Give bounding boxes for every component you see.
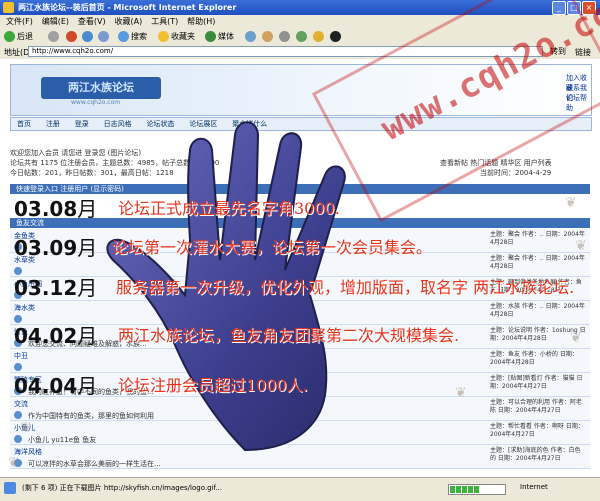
edit-icon	[296, 31, 307, 42]
menu-help[interactable]: 帮助(H)	[187, 16, 215, 27]
search-icon	[118, 31, 129, 42]
forward-button[interactable]	[48, 30, 61, 43]
history-button[interactable]	[245, 30, 258, 43]
timeline-date-value: 03.12	[14, 276, 78, 300]
timeline-date: 03.08月	[14, 193, 97, 222]
timeline-entry: 04.04月 论坛注册会员超过1000人.	[0, 370, 600, 400]
search-label: 搜索	[131, 32, 147, 41]
menu-edit[interactable]: 编辑(E)	[42, 16, 69, 27]
forum-status-icon	[14, 435, 22, 443]
menu-file[interactable]: 文件(F)	[6, 16, 33, 27]
menu-view[interactable]: 查看(V)	[78, 16, 106, 27]
media-button[interactable]: 媒体	[205, 30, 234, 43]
forward-arrow-icon	[48, 31, 59, 42]
status-bar: (剩下 6 项) 正在下载图片 http://skyfish.cn/images…	[0, 477, 600, 501]
progress-bar	[448, 484, 506, 495]
home-icon	[98, 31, 109, 42]
timeline-date-value: 04.04	[14, 374, 78, 398]
timeline-month: 月	[77, 197, 98, 221]
timeline-text: 论坛注册会员超过1000人.	[118, 376, 308, 395]
timeline-text: 两江水族论坛，鱼友角友团聚第二次大规模集会.	[118, 326, 460, 345]
timeline-date-value: 04.02	[14, 324, 78, 348]
footprint-icon: ❦	[8, 455, 20, 471]
history-icon	[245, 31, 256, 42]
timeline-date: 04.04月	[14, 370, 97, 399]
search-button[interactable]: 搜索	[118, 30, 147, 43]
footprint-icon: ❦	[20, 420, 32, 436]
timeline-text: 论坛正式成立最先名字角3000.	[118, 199, 340, 218]
timeline-date-value: 03.08	[14, 197, 78, 221]
refresh-icon	[82, 31, 93, 42]
ie-icon	[3, 2, 14, 13]
stop-button[interactable]	[66, 30, 79, 43]
timeline-month: 月	[77, 324, 98, 348]
penguin-icon	[330, 31, 341, 42]
media-label: 媒体	[218, 32, 234, 41]
star-icon	[158, 31, 169, 42]
timeline-text: 服务器第一次升级，优化外观，增加版面，取名字 两江水族论坛.	[116, 278, 575, 297]
timeline-month: 月	[77, 276, 98, 300]
timeline-month: 月	[77, 236, 98, 260]
stop-icon	[66, 31, 77, 42]
mail-icon	[262, 31, 273, 42]
forum-description: 小鱼儿 yu11e鱼 鱼友	[28, 436, 97, 444]
qq-button[interactable]	[330, 30, 343, 43]
timeline-date: 04.02月	[14, 320, 97, 349]
messenger-button[interactable]	[313, 30, 326, 43]
window-title: 两江水族论坛--装后首页 - Microsoft Internet Explor…	[18, 3, 237, 12]
nav-home[interactable]: 首页	[17, 119, 31, 129]
progress-fill	[450, 486, 480, 493]
forum-last-post[interactable]: 主题：[求助]海底的色 作者：白色的 日期：2004年4月27日	[490, 447, 586, 473]
timeline-entry: 04.02月 两江水族论坛，鱼友角友团聚第二次大规模集会.	[0, 320, 600, 350]
forum-name[interactable]: 中丑	[14, 351, 28, 361]
timeline-text: 论坛第一次灌水大赛，论坛第一次会员集会。	[112, 238, 433, 257]
forum-name[interactable]: 交流	[14, 399, 28, 409]
print-button[interactable]	[279, 30, 292, 43]
media-icon	[205, 31, 216, 42]
printer-icon	[279, 31, 290, 42]
status-text: (剩下 6 项) 正在下载图片 http://skyfish.cn/images…	[22, 484, 223, 492]
page-icon	[4, 482, 16, 494]
menu-favorites[interactable]: 收藏(A)	[114, 16, 142, 27]
security-zone: Internet	[520, 483, 548, 491]
home-button[interactable]	[98, 30, 111, 43]
smiley-icon	[313, 31, 324, 42]
timeline-entry: 03.08月 论坛正式成立最先名字角3000.	[0, 193, 600, 223]
current-time: 当前时间：2004-4-29	[480, 169, 552, 177]
timeline-date: 03.12月	[14, 272, 97, 301]
favorites-button[interactable]: 收藏夹	[158, 30, 195, 43]
forum-description: 可以凉拌的水草会那么美丽的一样生活在...	[28, 460, 161, 468]
timeline-date-value: 03.09	[14, 236, 78, 260]
forum-logo-url: www.cqh2o.com	[71, 99, 121, 106]
back-label: 后退	[17, 32, 33, 41]
forum-status-icon	[14, 411, 22, 419]
timeline-entry: 03.12月 服务器第一次升级，优化外观，增加版面，取名字 两江水族论坛.	[0, 272, 600, 302]
back-button[interactable]: 后退	[4, 30, 33, 43]
edit-button[interactable]	[296, 30, 309, 43]
timeline-month: 月	[77, 374, 98, 398]
forum-logo[interactable]: 两江水族论坛	[41, 77, 161, 99]
mail-button[interactable]	[262, 30, 275, 43]
favorites-label: 收藏夹	[171, 32, 195, 41]
back-arrow-icon	[4, 31, 15, 42]
forum-name[interactable]: 海水类	[14, 303, 35, 313]
timeline-date: 03.09月	[14, 232, 97, 261]
refresh-button[interactable]	[82, 30, 95, 43]
timeline-entry: 03.09月 论坛第一次灌水大赛，论坛第一次会员集会。	[0, 232, 600, 262]
menu-tools[interactable]: 工具(T)	[151, 16, 178, 27]
nav-login[interactable]: 登录	[75, 119, 89, 129]
nav-register[interactable]: 注册	[46, 119, 60, 129]
